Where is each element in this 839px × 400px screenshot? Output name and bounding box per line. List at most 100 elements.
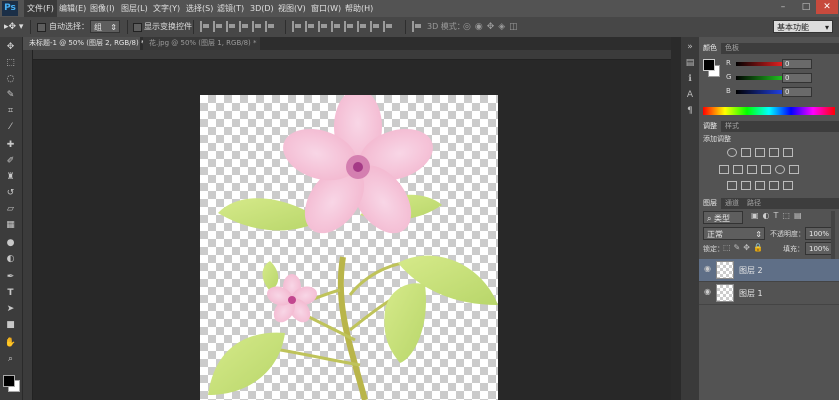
character-panel-icon[interactable]: A <box>684 89 696 101</box>
dodge-tool-icon[interactable]: ◐ <box>4 253 17 266</box>
move-tool-preset-icon[interactable]: ▸✥ ▾ <box>4 20 23 34</box>
collapse-icon[interactable]: » <box>684 41 696 53</box>
restore-button[interactable]: □ <box>795 0 817 14</box>
color-spectrum-bar[interactable] <box>703 107 835 115</box>
vertical-scrollbar[interactable] <box>671 37 680 400</box>
layer-filter-dropdown[interactable]: ⌕ 类型 <box>703 211 743 224</box>
layer-filter-icons[interactable]: ▣◐T⬚▤ <box>751 211 806 220</box>
type-tool-icon[interactable]: T <box>4 287 17 300</box>
menu-edit[interactable]: 编辑(E) <box>59 0 86 17</box>
mode-3d-label: 3D 模式： <box>427 22 465 31</box>
auto-select-value: 组 <box>94 23 102 32</box>
slider-g[interactable]: G 0 <box>726 73 836 84</box>
tools-panel: ✥ ⬚ ◌ ✎ ⌗ ⁄ ✚ ✐ ♜ ↺ ▱ ▦ ● ◐ ✒ T ➤ ■ ✋ ⌕ <box>0 37 23 400</box>
history-brush-tool-icon[interactable]: ↺ <box>4 187 17 200</box>
distribute-icons[interactable] <box>292 21 393 33</box>
brush-tool-icon[interactable]: ✐ <box>4 155 17 168</box>
layer-thumbnail <box>716 284 734 302</box>
auto-select-dropdown[interactable]: 组 ⇕ <box>90 20 120 33</box>
hand-tool-icon[interactable]: ✋ <box>4 337 17 350</box>
search-icon: ⌕ <box>707 214 715 223</box>
layer-row-2[interactable]: ◉ 图层 2 <box>699 259 839 282</box>
opacity-label: 不透明度： <box>770 230 805 238</box>
blend-mode-dropdown[interactable]: 正常 ⇕ <box>703 227 765 240</box>
align-icons[interactable] <box>200 21 275 33</box>
menu-type[interactable]: 文字(Y) <box>153 0 180 17</box>
ruler-vertical <box>23 50 33 400</box>
color-panel-foreground-swatch[interactable] <box>703 59 715 71</box>
slider-r[interactable]: R 0 <box>726 59 836 70</box>
move-tool-icon[interactable]: ✥ <box>4 41 17 54</box>
menu-filter[interactable]: 滤镜(T) <box>217 0 244 17</box>
quick-select-tool-icon[interactable]: ✎ <box>4 89 17 102</box>
3d-mode-icons[interactable]: ◎◉✥◈◫ <box>463 20 522 34</box>
layer-name: 图层 1 <box>739 289 763 298</box>
tab-channels[interactable]: 通道 <box>721 198 743 209</box>
tab-paths[interactable]: 路径 <box>743 198 765 209</box>
tab-flower-jpg[interactable]: 花.jpg @ 50% (图层 1, RGB/8) * <box>143 37 260 50</box>
layers-scrollbar[interactable] <box>831 211 835 259</box>
show-transform-label: 显示变换控件 <box>144 22 192 31</box>
pen-tool-icon[interactable]: ✒ <box>4 271 17 284</box>
menu-select[interactable]: 选择(S) <box>186 0 213 17</box>
menu-3d[interactable]: 3D(D) <box>250 0 274 17</box>
eye-icon[interactable]: ◉ <box>704 288 714 296</box>
menu-view[interactable]: 视图(V) <box>278 0 306 17</box>
marquee-tool-icon[interactable]: ⬚ <box>4 57 17 70</box>
history-panel-icon[interactable]: ▤ <box>684 57 696 69</box>
tab-untitled-1[interactable]: 未标题-1 @ 50% (图层 2, RGB/8) * <box>23 37 144 50</box>
lock-icons[interactable]: ⬚✎✥🔒 <box>723 243 766 252</box>
paragraph-panel-icon[interactable]: ¶ <box>684 105 696 117</box>
menu-image[interactable]: 图像(I) <box>90 0 115 17</box>
tab-adjustments[interactable]: 调整 <box>699 121 721 132</box>
lasso-tool-icon[interactable]: ◌ <box>4 73 17 86</box>
menu-window[interactable]: 窗口(W) <box>311 0 341 17</box>
menu-file[interactable]: 文件(F) <box>24 0 57 17</box>
slider-b[interactable]: B 0 <box>726 87 836 98</box>
color-panel-tabs: 颜色 色板 <box>699 43 839 54</box>
crop-tool-icon[interactable]: ⌗ <box>4 105 17 118</box>
layer-thumbnail <box>716 261 734 279</box>
zoom-tool-icon[interactable]: ⌕ <box>4 353 17 366</box>
show-transform-checkbox[interactable] <box>133 23 142 32</box>
shape-tool-icon[interactable]: ■ <box>4 319 17 332</box>
auto-align-icon[interactable] <box>412 21 422 33</box>
layer-name: 图层 2 <box>739 266 763 275</box>
close-button[interactable]: ✕ <box>816 0 838 14</box>
tab-layers[interactable]: 图层 <box>699 198 721 209</box>
eraser-tool-icon[interactable]: ▱ <box>4 203 17 216</box>
chevron-down-icon: ▾ <box>824 23 829 32</box>
menu-help[interactable]: 帮助(H) <box>345 0 373 17</box>
slider-g-value[interactable]: 0 <box>782 73 812 83</box>
gradient-tool-icon[interactable]: ▦ <box>4 219 17 232</box>
eye-icon[interactable]: ◉ <box>704 265 714 273</box>
ruler-horizontal <box>32 50 671 60</box>
tab-swatches[interactable]: 色板 <box>721 43 743 54</box>
auto-select-checkbox[interactable] <box>37 23 46 32</box>
slider-r-value[interactable]: 0 <box>782 59 812 69</box>
photoshop-logo: Ps <box>2 1 18 16</box>
properties-panel-icon[interactable]: ℹ <box>684 73 696 85</box>
adjustments-panel-tabs: 调整 样式 <box>699 121 839 132</box>
slider-r-label: R <box>726 59 731 67</box>
tab-color[interactable]: 颜色 <box>699 43 721 54</box>
menu-layer[interactable]: 图层(L) <box>121 0 148 17</box>
path-select-tool-icon[interactable]: ➤ <box>4 303 17 316</box>
minimize-button[interactable]: – <box>772 0 794 14</box>
panel-icon-strip: » ▤ ℹ A ¶ <box>680 37 700 400</box>
document-canvas[interactable] <box>200 95 498 400</box>
blur-tool-icon[interactable]: ● <box>4 237 17 250</box>
slider-b-label: B <box>726 87 731 95</box>
eyedropper-tool-icon[interactable]: ⁄ <box>4 121 17 134</box>
clone-stamp-tool-icon[interactable]: ♜ <box>4 171 17 184</box>
healing-brush-tool-icon[interactable]: ✚ <box>4 139 17 152</box>
layer-row-1[interactable]: ◉ 图层 1 <box>699 282 839 305</box>
foreground-color-swatch[interactable] <box>3 375 15 387</box>
document-tabs: 未标题-1 @ 50% (图层 2, RGB/8) * 花.jpg @ 50% … <box>23 37 671 50</box>
workspace-dropdown[interactable]: 基本功能 ▾ <box>773 20 833 33</box>
tab-styles[interactable]: 样式 <box>721 121 743 132</box>
slider-b-value[interactable]: 0 <box>782 87 812 97</box>
chevron-down-icon: ⇕ <box>755 230 762 239</box>
slider-g-label: G <box>726 73 732 81</box>
right-panel-dock: 颜色 色板 R 0 G 0 B 0 调整 样式 添加调整 图层 通道 路径 ⌕ … <box>699 37 839 400</box>
